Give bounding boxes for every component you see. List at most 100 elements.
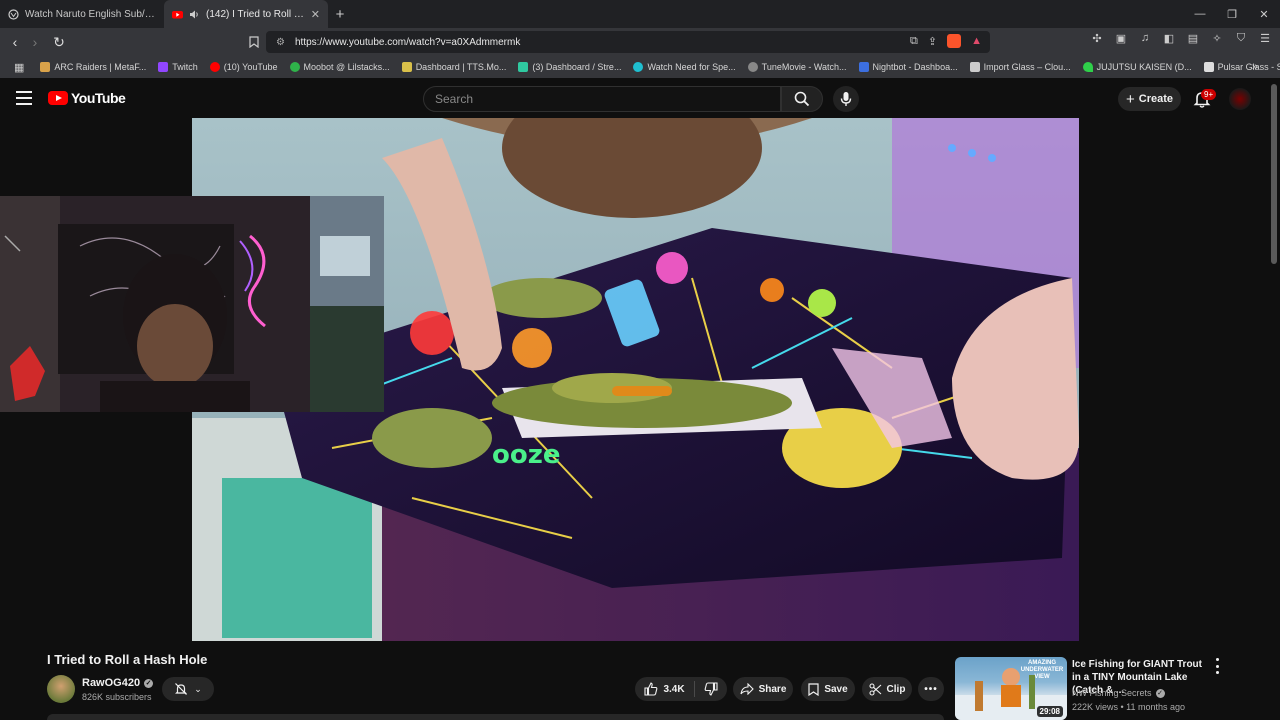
channel-name-text: RawOG420 (82, 677, 141, 689)
bookmark-favicon-icon (40, 62, 51, 72)
video-title: I Tried to Roll a Hash Hole (47, 652, 208, 667)
new-tab-button[interactable]: + (328, 2, 352, 26)
media-icon[interactable]: ♫ (1138, 32, 1152, 45)
recommended-thumbnail[interactable]: AMAZING UNDERWATER VIEW 29:08 (955, 657, 1067, 720)
bookmark-label: Import Glass – Clou... (983, 62, 1071, 72)
search-input[interactable]: Search (423, 86, 781, 112)
restore-icon[interactable]: ❐ (1216, 0, 1248, 28)
screenshot-icon[interactable]: ▣ (1114, 32, 1128, 45)
bookmark-item[interactable]: ARC Raiders | MetaF... (34, 62, 152, 72)
browser-toolbar: ‹ › ↻ ⚙ https://www.youtube.com/watch?v=… (0, 28, 1280, 56)
bookmark-item[interactable]: Import Glass – Clou... (964, 62, 1077, 72)
more-bookmarks-icon[interactable]: » (1246, 61, 1264, 73)
youtube-header: YouTube Search + Create 9+ (0, 80, 1280, 118)
create-button[interactable]: + Create (1118, 87, 1181, 111)
recommended-channel-name: NW Fishing Secrets (1072, 688, 1152, 698)
bookmark-icon[interactable] (244, 30, 264, 54)
forward-icon[interactable]: › (25, 30, 45, 54)
clip-label: Clip (886, 683, 906, 695)
bookmark-favicon-icon (518, 62, 529, 72)
bookmark-label: Watch Need for Spe... (647, 62, 736, 72)
close-tab-icon[interactable]: ✕ (311, 8, 320, 21)
brave-rewards-icon[interactable]: ▲ (971, 35, 982, 47)
bookmark-item[interactable]: Pulsar Glass - Swerv... (1198, 62, 1280, 72)
site-info-icon[interactable]: ⚙ (276, 37, 285, 48)
leo-ai-icon[interactable]: ✧ (1210, 32, 1224, 45)
reload-icon[interactable]: ↻ (49, 30, 69, 54)
scissors-icon (868, 682, 881, 696)
address-bar[interactable]: ⚙ https://www.youtube.com/watch?v=a0XAdm… (266, 31, 990, 53)
dislike-icon[interactable] (704, 682, 718, 696)
youtube-favicon-icon (172, 9, 183, 20)
bookmark-favicon-icon (1082, 62, 1093, 72)
page-scrollbar[interactable] (1271, 84, 1277, 264)
minimize-icon[interactable]: — (1184, 0, 1216, 28)
bookmark-item[interactable]: (10) YouTube (204, 62, 284, 72)
bookmark-favicon-icon (401, 62, 412, 72)
bookmark-favicon-icon (969, 62, 980, 72)
tab-title: Watch Naruto English Sub/Dub online (25, 8, 156, 20)
bookmark-item[interactable]: (3) Dashboard / Stre... (512, 62, 627, 72)
extensions-area: ✣ ▣ ♫ ◧ ▤ ✧ ⛉ ☰ (1090, 32, 1272, 45)
account-avatar[interactable] (1229, 88, 1251, 110)
back-icon[interactable]: ‹ (5, 30, 25, 54)
channel-avatar[interactable] (47, 675, 75, 703)
tab-title: (142) I Tried to Roll a Hash Hole (206, 8, 305, 20)
bookmark-item[interactable]: Nightbot - Dashboa... (853, 62, 964, 72)
extensions-icon[interactable]: ✣ (1090, 32, 1104, 45)
audio-playing-icon[interactable] (189, 9, 200, 20)
bookmark-item[interactable]: Moobot @ Lilstacks... (284, 62, 396, 72)
share-page-icon[interactable]: ⇪ (928, 35, 937, 48)
plus-icon: + (1125, 90, 1135, 108)
bookmark-label: TuneMovie - Watch... (761, 62, 847, 72)
bookmark-item[interactable]: JUJUTSU KAISEN (D... (1077, 62, 1198, 72)
bookmark-item[interactable]: Watch Need for Spe... (627, 62, 741, 72)
bookmark-item[interactable]: Dashboard | TTS.Mo... (396, 62, 513, 72)
like-icon[interactable] (644, 682, 658, 696)
site-favicon-icon (8, 8, 19, 20)
bookmark-item[interactable]: TuneMovie - Watch... (742, 62, 853, 72)
voice-search-button[interactable] (833, 86, 859, 112)
close-window-icon[interactable]: ✕ (1248, 0, 1280, 28)
vpn-icon[interactable]: ⛉ (1234, 32, 1248, 45)
sidebar-icon[interactable]: ◧ (1162, 32, 1176, 45)
bookmarks-bar: ▦ ARC Raiders | MetaF... Twitch (10) You… (0, 56, 1280, 78)
bookmark-favicon-icon (209, 62, 220, 72)
menu-icon[interactable]: ☰ (1258, 32, 1272, 45)
youtube-logo[interactable]: YouTube (48, 90, 126, 106)
bookmark-favicon-icon (289, 62, 300, 72)
bookmark-item[interactable]: Twitch (152, 62, 204, 72)
recommended-meta: 222K views • 11 months ago (1072, 702, 1186, 712)
bookmark-label: Nightbot - Dashboa... (872, 62, 958, 72)
apps-grid-icon[interactable]: ▦ (8, 61, 34, 74)
recommended-channel[interactable]: NW Fishing Secrets ✓ (1072, 688, 1165, 698)
guide-menu-icon[interactable] (16, 91, 32, 105)
browser-tab[interactable]: Watch Naruto English Sub/Dub online (0, 0, 164, 28)
open-external-icon[interactable]: ⧉ (910, 35, 918, 48)
subscriber-count: 826K subscribers (82, 692, 152, 702)
bookmark-favicon-icon (158, 62, 169, 72)
recommended-more-icon[interactable] (1212, 658, 1222, 674)
wallet-icon[interactable]: ▤ (1186, 32, 1200, 45)
bookmark-label: Twitch (172, 62, 198, 72)
brave-shields-icon[interactable] (947, 34, 962, 48)
share-button[interactable]: Share (733, 677, 793, 701)
more-actions-button[interactable]: ••• (918, 677, 944, 701)
clip-button[interactable]: Clip (862, 677, 912, 701)
youtube-play-logo-icon (48, 91, 68, 105)
search-button[interactable] (781, 86, 823, 112)
window-controls: — ❐ ✕ (1184, 0, 1280, 28)
svg-text:ooze: ooze (492, 440, 561, 470)
browser-tab-active[interactable]: (142) I Tried to Roll a Hash Hole ✕ (164, 0, 328, 28)
subscribed-notifications-button[interactable]: ⌄ (162, 677, 214, 701)
webcam-overlay (0, 196, 384, 412)
description-box[interactable] (47, 714, 944, 720)
save-button[interactable]: Save (801, 677, 855, 701)
verified-icon: ✓ (144, 678, 154, 688)
channel-name[interactable]: RawOG420 ✓ (82, 677, 154, 689)
save-label: Save (824, 683, 848, 695)
url-text: https://www.youtube.com/watch?v=a0XAdmme… (294, 36, 521, 48)
browser-tab-bar: Watch Naruto English Sub/Dub online (142… (0, 0, 1280, 28)
bookmark-favicon-icon (858, 62, 869, 72)
like-count[interactable]: 3.4K (663, 684, 684, 695)
